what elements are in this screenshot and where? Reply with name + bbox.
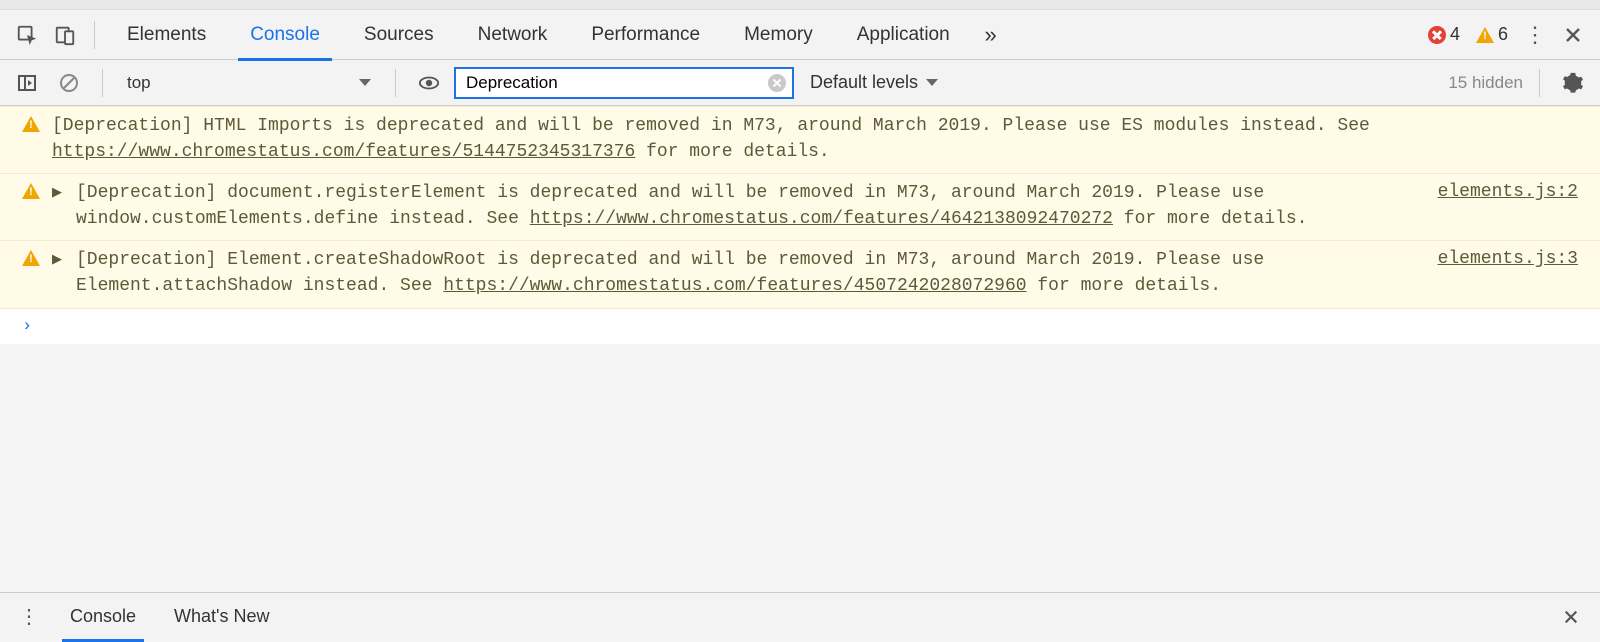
console-settings-icon[interactable] (1556, 66, 1590, 100)
kebab-menu-icon[interactable]: ⋮ (1518, 18, 1552, 52)
console-message-warning[interactable]: [Deprecation] HTML Imports is deprecated… (0, 106, 1600, 174)
drawer-tab-label: Console (70, 606, 136, 627)
message-text: [Deprecation] HTML Imports is deprecated… (52, 113, 1578, 165)
warning-count: 6 (1498, 24, 1508, 45)
tab-performance[interactable]: Performance (571, 10, 720, 60)
message-source-link[interactable]: elements.js:3 (1438, 247, 1578, 269)
warning-icon (1476, 27, 1494, 43)
error-badge[interactable]: 4 (1428, 24, 1460, 45)
window-gutter (0, 0, 1600, 10)
separator (1539, 69, 1540, 97)
clear-console-icon[interactable] (52, 66, 86, 100)
warning-icon (22, 183, 40, 199)
tab-label: Application (857, 24, 950, 46)
toggle-sidebar-icon[interactable] (10, 66, 44, 100)
chevron-down-icon (926, 79, 938, 86)
drawer-tab-console[interactable]: Console (56, 593, 150, 641)
error-count: 4 (1450, 24, 1460, 45)
tab-network[interactable]: Network (458, 10, 568, 60)
warning-icon (22, 250, 40, 266)
tab-label: Sources (364, 24, 434, 46)
message-text: [Deprecation] document.registerElement i… (76, 180, 1414, 232)
drawer-kebab-icon[interactable]: ⋮ (12, 600, 46, 634)
prompt-icon: › (22, 317, 32, 336)
separator (102, 69, 103, 97)
error-icon (1428, 26, 1446, 44)
inspect-icon[interactable] (10, 18, 44, 52)
log-level-selector[interactable]: Default levels (810, 72, 938, 93)
devtools-tabs-bar: Elements Console Sources Network Perform… (0, 10, 1600, 60)
message-link[interactable]: https://www.chromestatus.com/features/46… (530, 209, 1113, 229)
expand-toggle-icon[interactable]: ▶ (52, 247, 62, 267)
expand-toggle-icon[interactable]: ▶ (52, 180, 62, 200)
console-message-warning[interactable]: ▶ [Deprecation] Element.createShadowRoot… (0, 241, 1600, 308)
message-source-link[interactable]: elements.js:2 (1438, 180, 1578, 202)
close-drawer-icon[interactable] (1554, 600, 1588, 634)
drawer-bar: ⋮ Console What's New (0, 592, 1600, 640)
drawer-tab-whatsnew[interactable]: What's New (160, 593, 283, 641)
more-tabs-icon[interactable]: » (974, 18, 1008, 52)
tab-label: Console (250, 24, 320, 46)
tab-elements[interactable]: Elements (107, 10, 226, 60)
message-link[interactable]: https://www.chromestatus.com/features/51… (52, 142, 635, 162)
console-message-warning[interactable]: ▶ [Deprecation] document.registerElement… (0, 174, 1600, 241)
tab-label: Elements (127, 24, 206, 46)
level-label: Default levels (810, 72, 918, 93)
separator (94, 21, 95, 49)
filter-value: Deprecation (466, 73, 558, 93)
hidden-messages-count[interactable]: 15 hidden (1448, 73, 1523, 93)
tab-memory[interactable]: Memory (724, 10, 833, 60)
console-prompt[interactable]: › (0, 309, 1600, 344)
console-messages: [Deprecation] HTML Imports is deprecated… (0, 106, 1600, 344)
filter-input[interactable]: Deprecation (454, 67, 794, 99)
warning-badge[interactable]: 6 (1476, 24, 1508, 45)
tab-label: Memory (744, 24, 813, 46)
close-devtools-icon[interactable] (1556, 18, 1590, 52)
device-toggle-icon[interactable] (48, 18, 82, 52)
drawer-tab-label: What's New (174, 606, 269, 627)
tab-application[interactable]: Application (837, 10, 970, 60)
live-expression-icon[interactable] (412, 66, 446, 100)
message-link[interactable]: https://www.chromestatus.com/features/45… (443, 276, 1026, 296)
tab-label: Performance (591, 24, 700, 46)
console-toolbar: top Deprecation Default levels 15 hidden (0, 60, 1600, 106)
context-selector[interactable]: top (119, 68, 379, 98)
warning-icon (22, 116, 40, 132)
context-label: top (127, 73, 151, 93)
tab-label: Network (478, 24, 548, 46)
separator (395, 69, 396, 97)
chevron-down-icon (359, 79, 371, 86)
tab-console[interactable]: Console (230, 10, 340, 60)
tab-sources[interactable]: Sources (344, 10, 454, 60)
clear-filter-icon[interactable] (768, 74, 786, 92)
message-text: [Deprecation] Element.createShadowRoot i… (76, 247, 1414, 299)
